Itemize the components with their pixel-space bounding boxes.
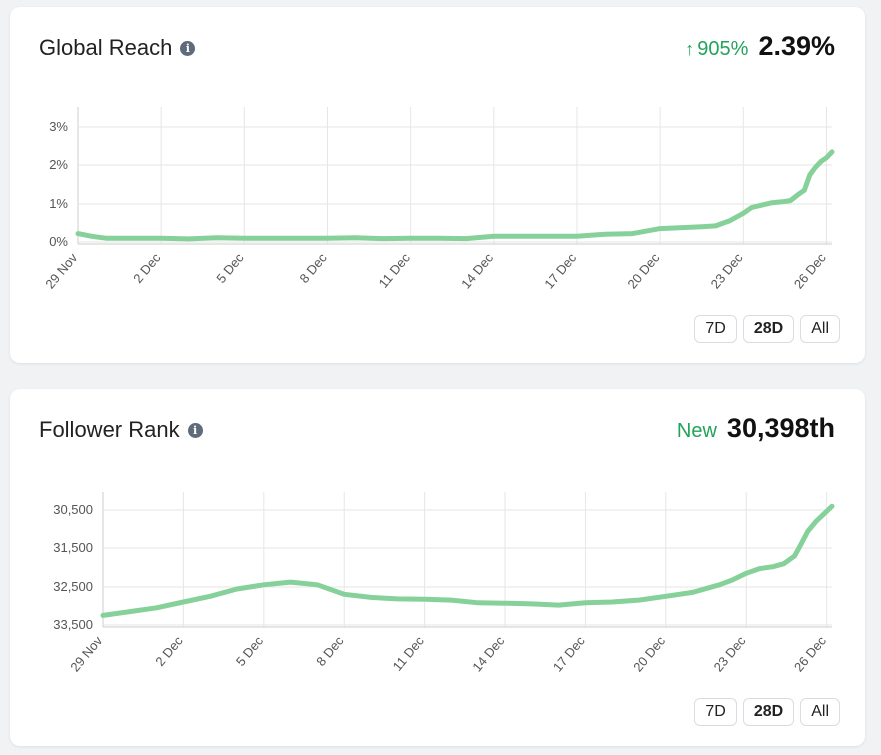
y-tick-label: 32,500 [53, 579, 93, 594]
y-tick-label: 1% [49, 196, 68, 211]
x-tick-label: 11 Dec [376, 250, 414, 291]
x-tick-label: 14 Dec [469, 633, 507, 675]
y-tick-label: 3% [49, 119, 68, 134]
y-tick-label: 30,500 [53, 502, 93, 517]
x-tick-label: 8 Dec [313, 633, 347, 669]
x-tick-label: 5 Dec [233, 633, 267, 669]
x-tick-label: 29 Nov [67, 633, 105, 675]
x-tick-label: 23 Dec [711, 633, 749, 675]
x-tick-label: 26 Dec [791, 250, 829, 292]
y-tick-label: 33,500 [53, 617, 93, 632]
x-tick-label: 20 Dec [630, 633, 668, 675]
y-tick-label: 0% [49, 234, 68, 249]
y-tick-label: 31,500 [53, 540, 93, 555]
series-line [100, 503, 835, 618]
x-tick-label: 17 Dec [550, 633, 588, 675]
x-tick-label: 11 Dec [390, 633, 428, 674]
x-tick-label: 8 Dec [296, 250, 330, 286]
range-7d-button[interactable]: 7D [694, 698, 737, 726]
range-28d-button[interactable]: 28D [742, 698, 795, 726]
follower-rank-chart: 30,500 31,500 32,500 33,50029 Nov 2 Dec 5 Dec… [53, 492, 835, 675]
range-7d-button[interactable]: 7D [694, 315, 737, 343]
range-all-button[interactable]: All [800, 315, 840, 343]
x-tick-label: 2 Dec [130, 250, 164, 286]
x-tick-label: 14 Dec [458, 250, 496, 292]
range-28d-button[interactable]: 28D [742, 315, 795, 343]
x-tick-label: 2 Dec [152, 633, 186, 669]
x-tick-label: 20 Dec [624, 250, 662, 292]
x-tick-label: 26 Dec [791, 633, 829, 675]
x-tick-label: 5 Dec [213, 250, 247, 286]
range-all-button[interactable]: All [800, 698, 840, 726]
range-selector: 7D 28D All [694, 698, 840, 726]
y-tick-label: 2% [49, 157, 68, 172]
range-selector: 7D 28D All [694, 315, 840, 343]
global-reach-card: Global Reach i ↑ 905% 2.39% 0% 1% 2% 3% 29 No… [10, 7, 865, 363]
x-tick-label: 29 Nov [42, 250, 80, 292]
global-reach-chart: 0% 1% 2% 3% 29 Nov 2 Dec 5 Dec 8 Dec 11 Dec 14 De… [42, 107, 835, 292]
x-tick-label: 17 Dec [541, 250, 579, 292]
x-tick-label: 23 Dec [708, 250, 746, 292]
follower-rank-card: Follower Rank i New 30,398th 30,500 31,50… [10, 389, 865, 746]
